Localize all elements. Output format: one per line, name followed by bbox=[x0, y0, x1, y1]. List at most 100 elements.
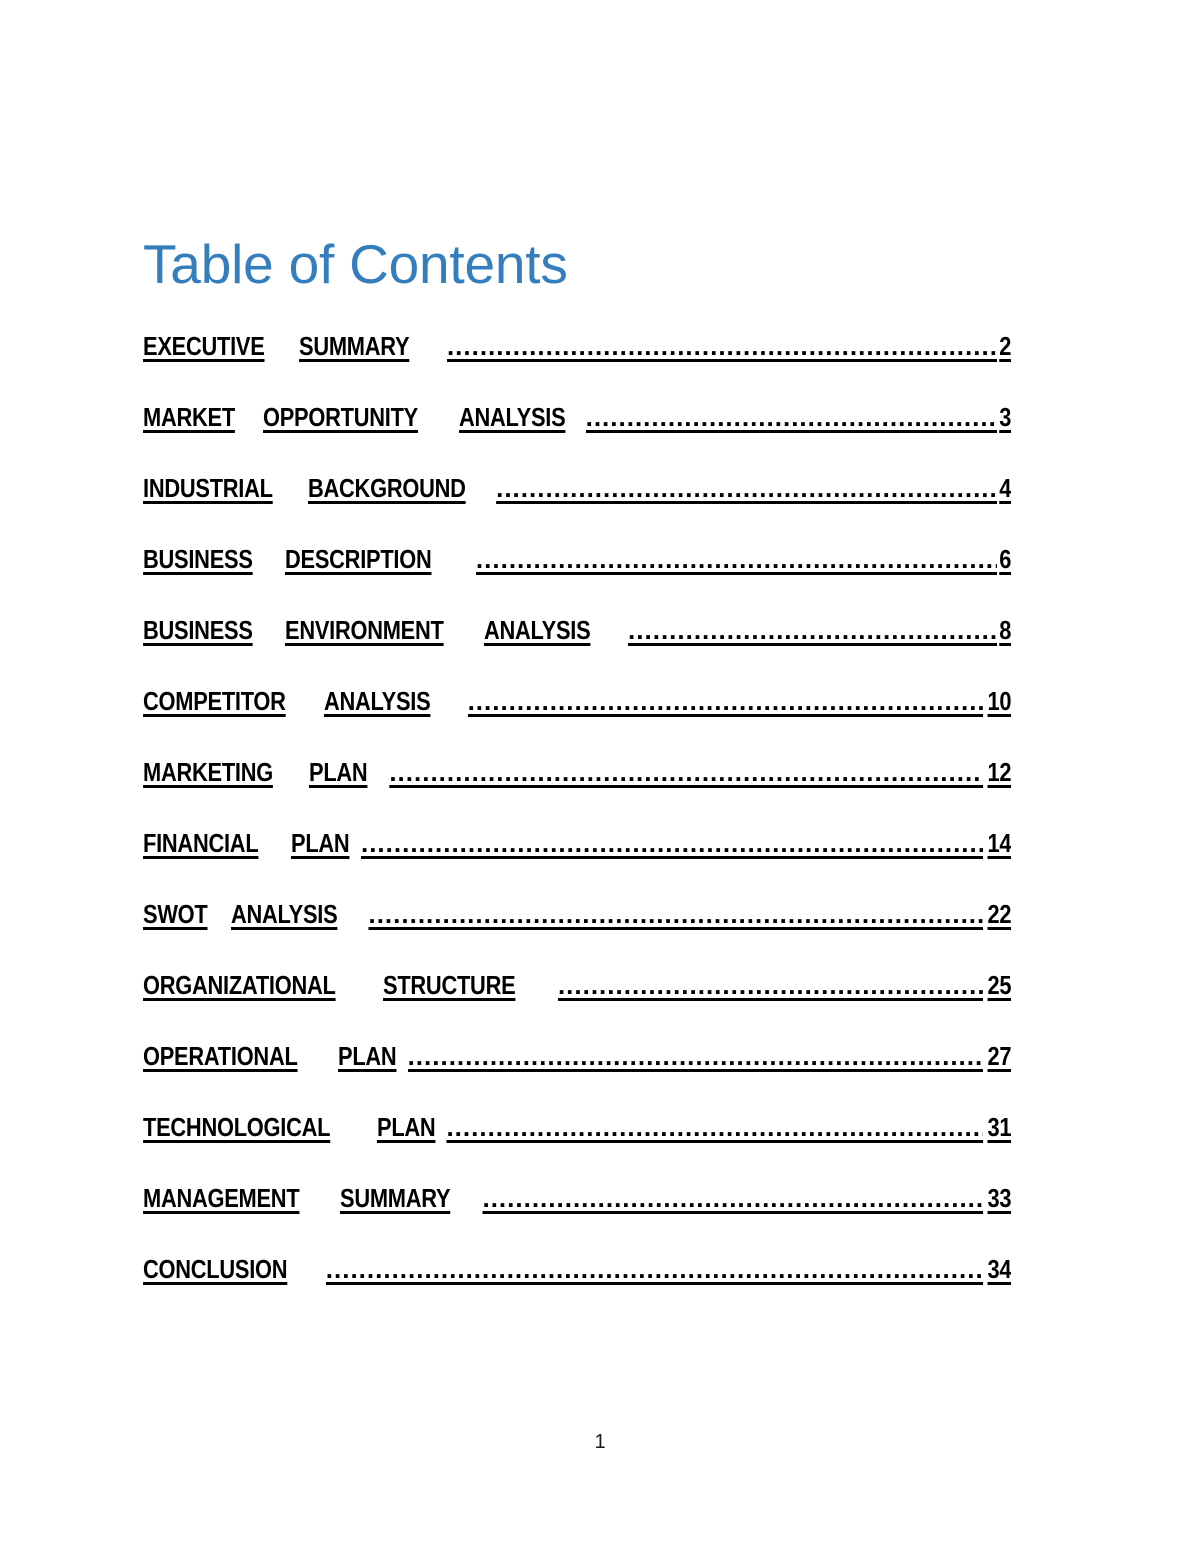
toc-entry[interactable]: CONCLUSION .............................… bbox=[143, 1253, 1011, 1324]
toc-dot-leader: ........................................… bbox=[368, 899, 983, 929]
toc-entry-word: MARKET bbox=[143, 402, 235, 432]
toc-entry-word: SUMMARY bbox=[298, 331, 410, 361]
toc-dot-leader: ........................................… bbox=[407, 1041, 983, 1071]
toc-page-number: 34 bbox=[987, 1254, 1011, 1284]
toc-word-gap bbox=[366, 1111, 377, 1143]
toc-entry[interactable]: EXECUTIVE SUMMARY ......................… bbox=[143, 330, 1011, 401]
toc-dot-leader: ........................................… bbox=[360, 828, 983, 858]
toc-entry-title: FINANCIAL PLAN bbox=[143, 827, 361, 859]
toc-entry[interactable]: COMPETITOR ANALYSIS ....................… bbox=[143, 685, 1011, 756]
toc-dot-leader: ........................................… bbox=[475, 544, 997, 574]
toc-entry-word: STRUCTURE bbox=[383, 970, 516, 1000]
toc-page-number: 33 bbox=[987, 1183, 1011, 1213]
toc-entry-word: SWOT bbox=[143, 899, 208, 929]
toc-leader-gap bbox=[611, 614, 628, 646]
toc-leader-and-page: ........................................… bbox=[447, 330, 1011, 362]
toc-leader-gap bbox=[471, 1182, 482, 1214]
toc-page-number: 2 bbox=[999, 331, 1011, 361]
toc-leader-and-page: ........................................… bbox=[361, 827, 1011, 859]
toc-entry-word: TECHNOLOGICAL bbox=[143, 1112, 331, 1142]
toc-entry[interactable]: BUSINESS DESCRIPTION ...................… bbox=[143, 543, 1011, 614]
toc-leader-and-page: ........................................… bbox=[368, 898, 1011, 930]
toc-entry[interactable]: OPERATIONAL PLAN .......................… bbox=[143, 1040, 1011, 1111]
table-of-contents-list: EXECUTIVE SUMMARY ......................… bbox=[143, 330, 1011, 1324]
toc-entry-title: CONCLUSION bbox=[143, 1253, 326, 1285]
toc-entry-word: FINANCIAL bbox=[143, 828, 259, 858]
toc-word-gap bbox=[473, 614, 484, 646]
toc-entry-title: BUSINESS ENVIRONMENT ANALYSIS bbox=[143, 614, 628, 646]
toc-dot-leader: ........................................… bbox=[389, 757, 982, 787]
toc-leader-and-page: ........................................… bbox=[628, 614, 1011, 646]
toc-entry-word: ANALYSIS bbox=[230, 899, 338, 929]
toc-entry-word: PLAN bbox=[291, 828, 350, 858]
toc-entry-word: OPPORTUNITY bbox=[263, 402, 419, 432]
toc-entry-title: SWOT ANALYSIS bbox=[143, 898, 368, 930]
toc-entry-word: PLAN bbox=[338, 1041, 397, 1071]
toc-page-number: 10 bbox=[987, 686, 1011, 716]
toc-leader-and-page: ........................................… bbox=[476, 543, 1011, 575]
toc-dot-leader: ........................................… bbox=[325, 1254, 983, 1284]
toc-word-gap bbox=[280, 827, 291, 859]
toc-entry-word: EXECUTIVE bbox=[143, 331, 265, 361]
toc-leader-gap bbox=[541, 969, 558, 1001]
toc-leader-and-page: ........................................… bbox=[482, 1182, 1011, 1214]
toc-entry-word: CONCLUSION bbox=[143, 1254, 288, 1284]
toc-page-number: 12 bbox=[987, 757, 1011, 787]
toc-leader-gap bbox=[451, 685, 468, 717]
toc-leader-gap bbox=[357, 898, 368, 930]
page-title: Table of Contents bbox=[143, 232, 568, 295]
toc-word-gap bbox=[329, 1182, 340, 1214]
toc-leader-and-page: ........................................… bbox=[408, 1040, 1011, 1072]
toc-entry[interactable]: FINANCIAL PLAN .........................… bbox=[143, 827, 1011, 898]
toc-dot-leader: ........................................… bbox=[585, 402, 997, 432]
toc-entry-word: ANALYSIS bbox=[458, 402, 566, 432]
toc-word-gap bbox=[220, 898, 231, 930]
toc-entry[interactable]: TECHNOLOGICAL PLAN .....................… bbox=[143, 1111, 1011, 1182]
toc-entry-title: OPERATIONAL PLAN bbox=[143, 1040, 408, 1072]
toc-entry-title: EXECUTIVE SUMMARY bbox=[143, 330, 447, 362]
toc-entry[interactable]: MARKET OPPORTUNITY ANALYSIS ............… bbox=[143, 401, 1011, 472]
toc-page-number: 31 bbox=[987, 1112, 1011, 1142]
toc-entry-title: MANAGEMENT SUMMARY bbox=[143, 1182, 482, 1214]
toc-word-gap bbox=[448, 401, 459, 433]
toc-word-gap bbox=[274, 614, 285, 646]
toc-entry-title: COMPETITOR ANALYSIS bbox=[143, 685, 468, 717]
toc-word-gap bbox=[298, 756, 309, 788]
toc-page-number: 27 bbox=[987, 1041, 1011, 1071]
toc-leader-and-page: ........................................… bbox=[586, 401, 1011, 433]
toc-page-number: 6 bbox=[999, 544, 1011, 574]
toc-entry[interactable]: MANAGEMENT SUMMARY .....................… bbox=[143, 1182, 1011, 1253]
toc-word-gap bbox=[297, 472, 308, 504]
toc-entry[interactable]: BUSINESS ENVIRONMENT ANALYSIS ..........… bbox=[143, 614, 1011, 685]
toc-word-gap bbox=[327, 1040, 338, 1072]
toc-entry-word: COMPETITOR bbox=[143, 686, 286, 716]
toc-dot-leader: ........................................… bbox=[628, 615, 997, 645]
toc-entry-word: MANAGEMENT bbox=[143, 1183, 300, 1213]
toc-entry[interactable]: ORGANIZATIONAL STRUCTURE ...............… bbox=[143, 969, 1011, 1040]
toc-page-number: 14 bbox=[987, 828, 1011, 858]
toc-leader-and-page: ........................................… bbox=[496, 472, 1011, 504]
toc-entry-title: BUSINESS DESCRIPTION bbox=[143, 543, 476, 575]
toc-dot-leader: ........................................… bbox=[446, 1112, 982, 1142]
toc-dot-leader: ........................................… bbox=[482, 1183, 983, 1213]
toc-entry-word: BACKGROUND bbox=[308, 473, 467, 503]
toc-word-gap bbox=[252, 401, 263, 433]
toc-page-number: 8 bbox=[999, 615, 1011, 645]
toc-entry-word: PLAN bbox=[376, 1112, 436, 1142]
toc-entry[interactable]: INDUSTRIAL BACKGROUND ..................… bbox=[143, 472, 1011, 543]
toc-entry-word: ANALYSIS bbox=[323, 686, 431, 716]
toc-entry-word: ENVIRONMENT bbox=[284, 615, 444, 645]
toc-leader-gap bbox=[378, 756, 389, 788]
toc-entry-word: SUMMARY bbox=[340, 1183, 451, 1213]
document-page: Table of Contents EXECUTIVE SUMMARY ....… bbox=[0, 0, 1200, 1553]
toc-entry[interactable]: MARKETING PLAN .........................… bbox=[143, 756, 1011, 827]
toc-word-gap bbox=[288, 330, 299, 362]
toc-entry-word: ORGANIZATIONAL bbox=[143, 970, 336, 1000]
toc-entry-title: INDUSTRIAL BACKGROUND bbox=[143, 472, 496, 504]
toc-entry-title: MARKET OPPORTUNITY ANALYSIS bbox=[143, 401, 586, 433]
toc-entry-title: ORGANIZATIONAL STRUCTURE bbox=[143, 969, 558, 1001]
toc-entry[interactable]: SWOT ANALYSIS ..........................… bbox=[143, 898, 1011, 969]
toc-dot-leader: ........................................… bbox=[446, 331, 997, 361]
toc-leader-gap bbox=[459, 543, 476, 575]
toc-leader-and-page: ........................................… bbox=[326, 1253, 1011, 1285]
